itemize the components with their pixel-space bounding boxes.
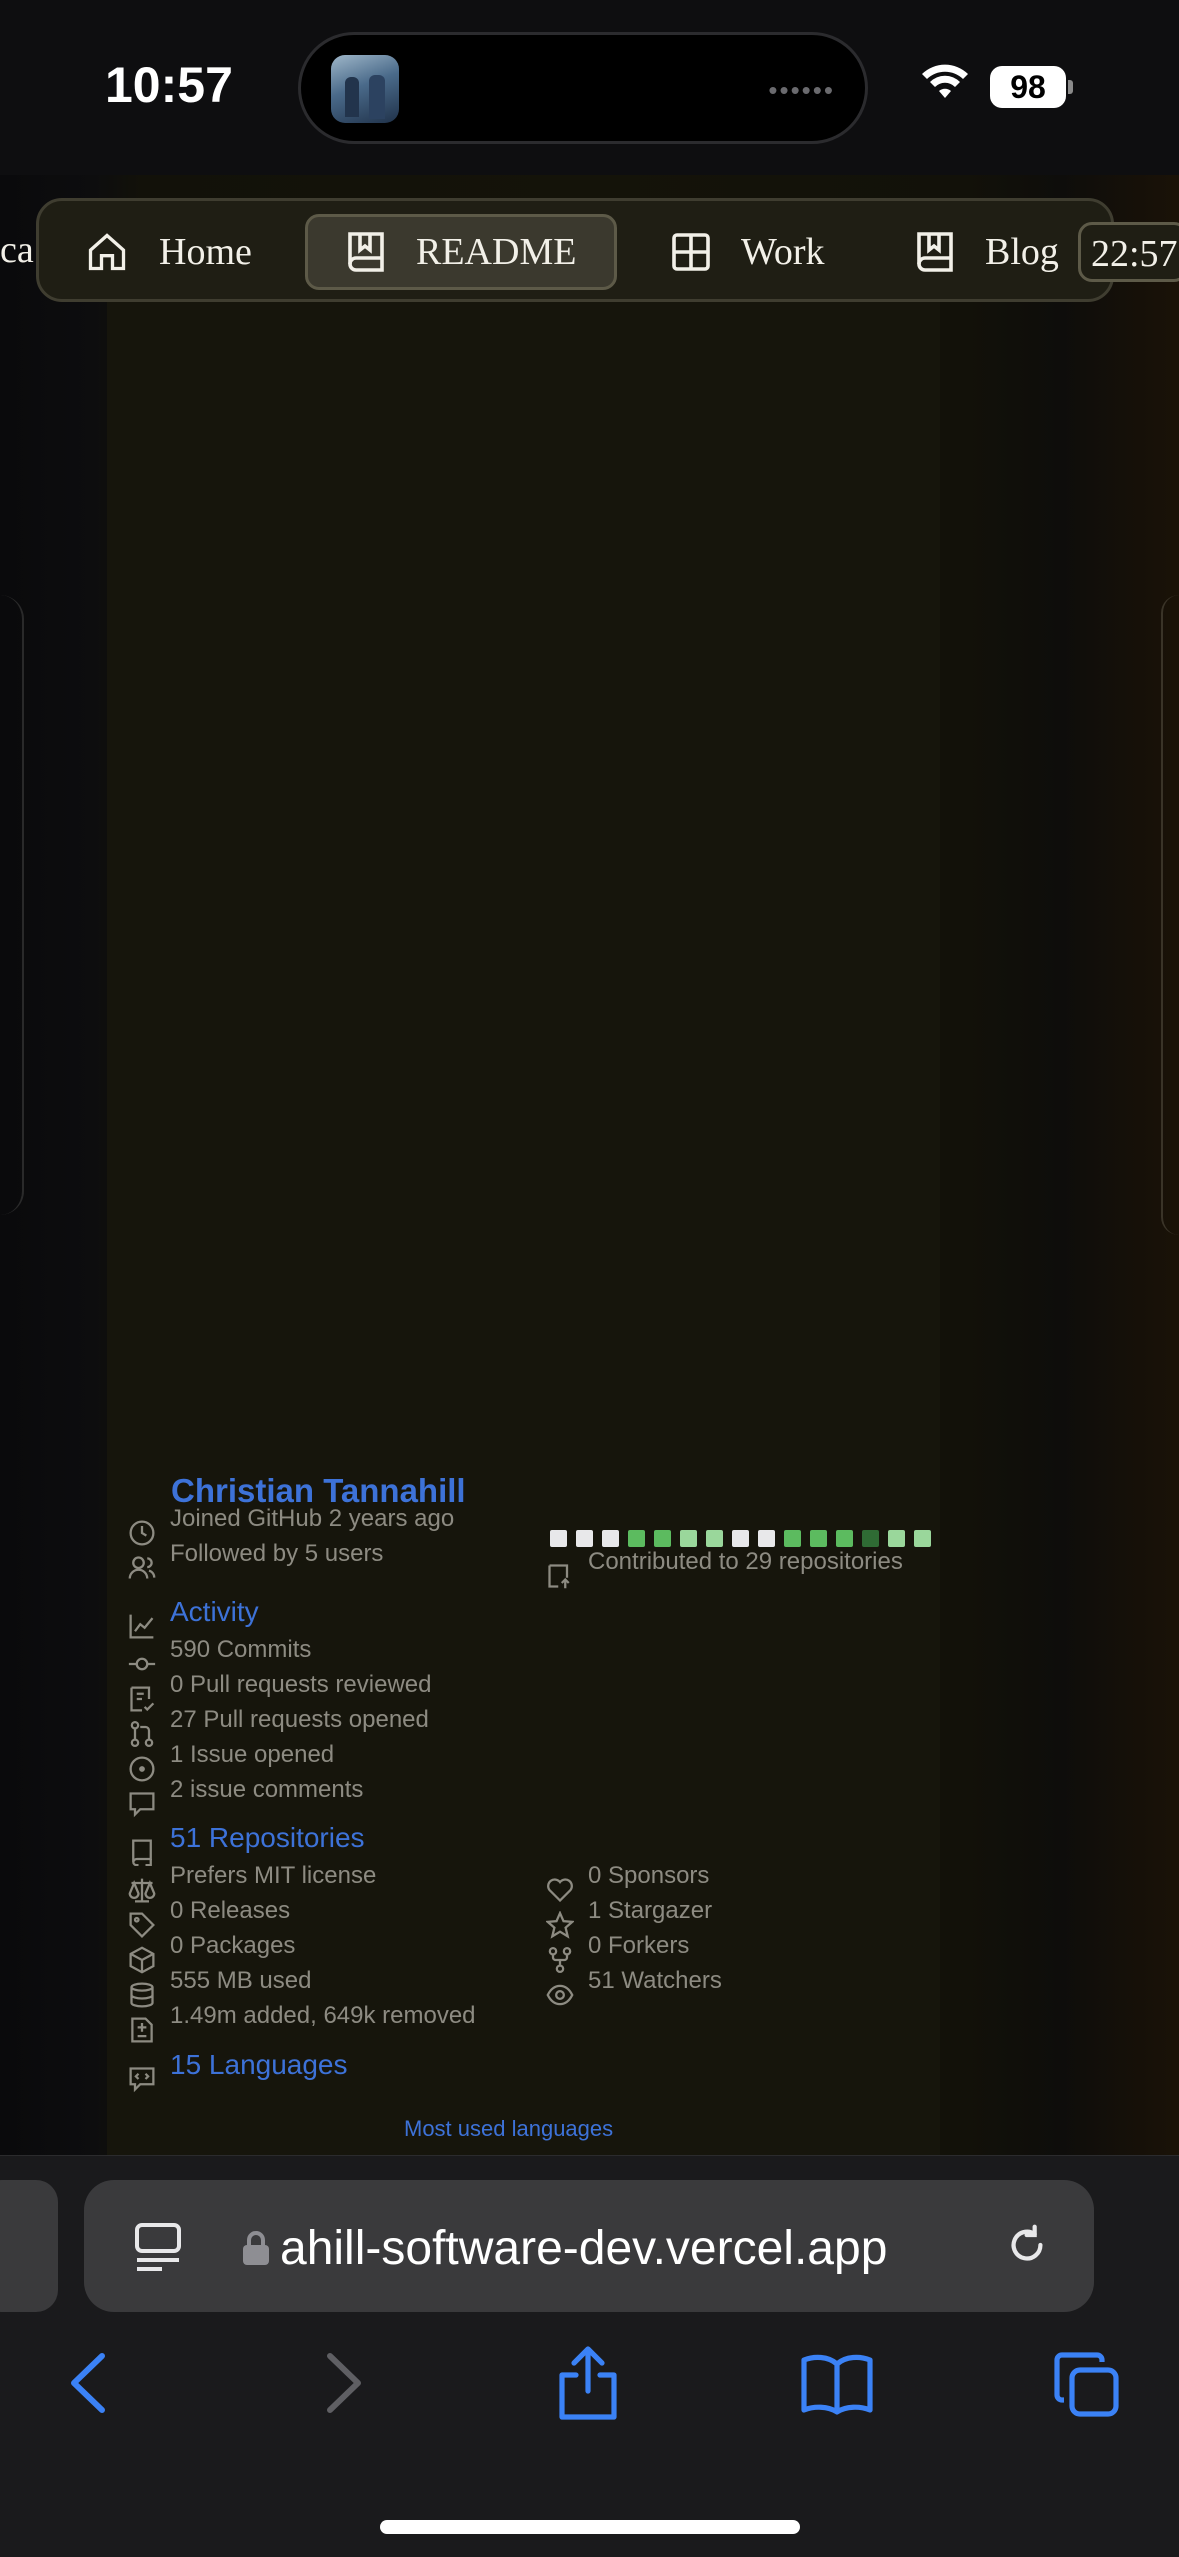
contribution-square [810, 1530, 827, 1547]
audio-waveform-icon: •••••• [768, 75, 835, 105]
grid-icon [672, 233, 710, 271]
decorative-curve-left [0, 595, 24, 1215]
fork-icon [548, 1946, 572, 1974]
comment-icon [129, 1792, 155, 1818]
nav-item-work[interactable]: Work [671, 214, 824, 290]
page-menu-icon[interactable] [134, 2222, 182, 2272]
share-icon[interactable] [556, 2345, 620, 2421]
contribution-square [576, 1530, 593, 1547]
diff-text: 1.49m added, 649k removed [170, 2002, 476, 2029]
most-used-languages-link[interactable]: Most used languages [404, 2116, 613, 2142]
nav-label-work: Work [741, 231, 825, 273]
contribution-square [836, 1530, 853, 1547]
contribution-square [550, 1530, 567, 1547]
battery-tip [1068, 80, 1073, 94]
reload-icon[interactable] [1004, 2222, 1050, 2268]
contributed-text: Contributed to 29 repositories [588, 1548, 903, 1575]
nav-label-home: Home [159, 231, 252, 273]
decorative-curve-right [1161, 595, 1179, 1235]
status-bar: 10:57 •••••• 98 [0, 0, 1179, 175]
star-icon [546, 1911, 574, 1939]
followers-text: Followed by 5 users [170, 1540, 384, 1567]
repo-push-icon [548, 1564, 570, 1589]
nav-item-blog[interactable]: Blog [915, 214, 1059, 290]
clock-display: 22:57 [1078, 222, 1179, 282]
eye-icon [546, 1984, 574, 2006]
contribution-square [862, 1530, 879, 1547]
nav-label-readme: README [416, 231, 577, 273]
battery-indicator: 98 [990, 66, 1066, 108]
review-icon [130, 1686, 155, 1712]
heart-icon [547, 1878, 573, 1903]
contribution-square [706, 1530, 723, 1547]
code-square-icon [129, 2067, 155, 2093]
contribution-square [732, 1530, 749, 1547]
home-icon [88, 233, 126, 271]
lock-icon [243, 2231, 269, 2265]
status-time: 10:57 [105, 57, 233, 113]
wifi-icon [922, 64, 968, 98]
tag-icon [129, 1912, 155, 1938]
people-icon [128, 1556, 156, 1579]
license-text: Prefers MIT license [170, 1862, 377, 1889]
watchers-text: 51 Watchers [588, 1967, 722, 1994]
reviews-text: 0 Pull requests reviewed [170, 1671, 432, 1698]
book-icon [348, 232, 384, 272]
previous-tab-peek[interactable] [0, 2180, 58, 2312]
repositories-title: 51 Repositories [170, 1822, 365, 1853]
tabs-icon[interactable] [1052, 2350, 1122, 2420]
top-navigation: Home README Work Blog [36, 198, 1114, 302]
contribution-square [628, 1530, 645, 1547]
sponsors-text: 0 Sponsors [588, 1862, 710, 1889]
contribution-square [784, 1530, 801, 1547]
issues-text: 1 Issue opened [170, 1741, 335, 1768]
forkers-text: 0 Forkers [588, 1932, 690, 1959]
home-indicator [380, 2520, 800, 2534]
nav-item-readme[interactable]: README [305, 214, 617, 290]
back-icon[interactable] [66, 2350, 110, 2416]
stargazers-text: 1 Stargazer [588, 1897, 713, 1924]
dynamic-island[interactable]: •••••• [298, 32, 868, 144]
comments-text: 2 issue comments [170, 1776, 364, 1803]
nav-item-cut-off[interactable]: ca [0, 228, 34, 272]
contribution-square [758, 1530, 775, 1547]
activity-title: Activity [170, 1596, 259, 1627]
commit-icon [128, 1657, 156, 1671]
contribution-square [888, 1530, 905, 1547]
bookmarks-icon[interactable] [800, 2352, 874, 2416]
pull-requests-text: 27 Pull requests opened [170, 1706, 429, 1733]
book-icon [917, 232, 953, 272]
clock-icon [129, 1520, 155, 1546]
contribution-graph [550, 1530, 940, 1547]
graph-icon [129, 1614, 154, 1639]
contribution-square [654, 1530, 671, 1547]
joined-text: Joined GitHub 2 years ago [170, 1505, 455, 1532]
contribution-square [602, 1530, 619, 1547]
pull-request-icon [130, 1720, 154, 1748]
repo-icon [132, 1839, 152, 1866]
commits-text: 590 Commits [170, 1636, 312, 1663]
storage-text: 555 MB used [170, 1967, 312, 1994]
law-icon [128, 1878, 156, 1903]
package-icon [129, 1946, 155, 1974]
forward-icon[interactable] [322, 2350, 366, 2416]
nav-item-home[interactable]: Home [85, 214, 252, 290]
languages-title: 15 Languages [170, 2049, 348, 2080]
nav-label-blog: Blog [985, 231, 1059, 273]
diff-icon [131, 2017, 153, 2043]
album-art-thumbnail [331, 55, 399, 123]
url-text[interactable]: ahill-software-dev.vercel.app [280, 2221, 887, 2276]
packages-text: 0 Packages [170, 1932, 296, 1959]
contribution-square [914, 1530, 931, 1547]
database-icon [130, 1982, 154, 2008]
issue-icon [129, 1756, 155, 1782]
contribution-square [680, 1530, 697, 1547]
releases-text: 0 Releases [170, 1897, 291, 1924]
